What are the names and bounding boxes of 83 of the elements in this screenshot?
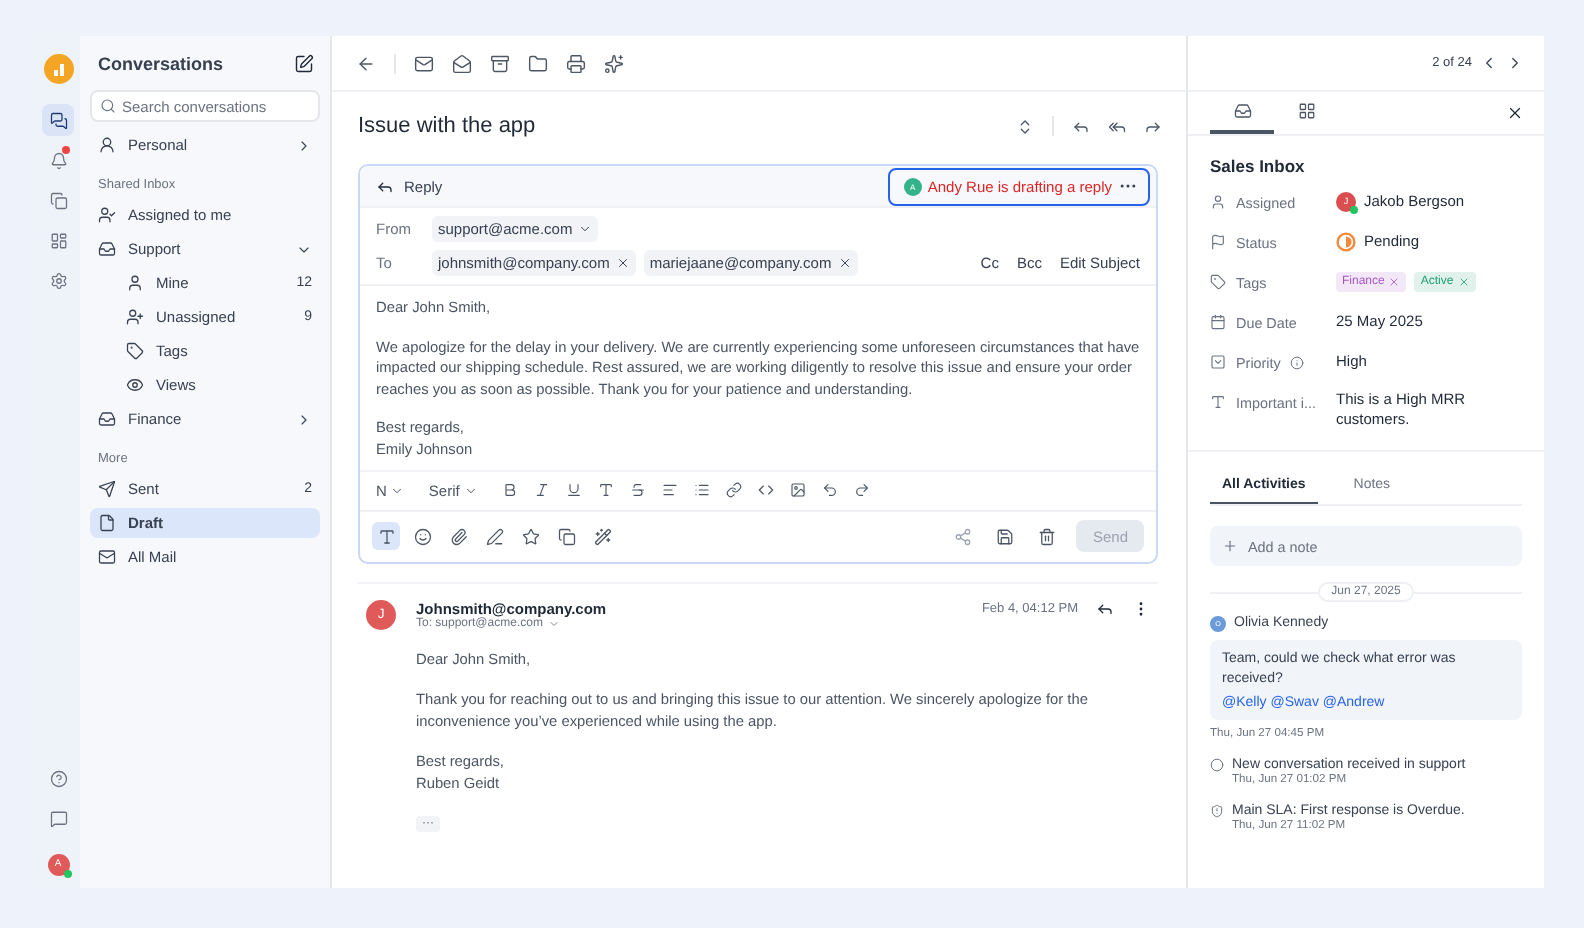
- calendar-icon: [1210, 314, 1226, 330]
- compose-icon[interactable]: [294, 54, 314, 74]
- strikethrough-icon[interactable]: [629, 482, 646, 499]
- align-icon[interactable]: [661, 482, 678, 499]
- inbox-icon: [98, 240, 116, 258]
- person-icon: [98, 136, 116, 154]
- copy-icon: [49, 191, 67, 209]
- sparkle-icon[interactable]: [604, 53, 624, 73]
- back-icon[interactable]: [356, 53, 376, 73]
- trash-icon[interactable]: [1038, 527, 1057, 546]
- paperclip-icon: [449, 527, 467, 546]
- next-icon[interactable]: [1506, 54, 1524, 72]
- chat-icon: [49, 111, 67, 129]
- underline-icon[interactable]: [565, 482, 582, 499]
- text-style-button[interactable]: [372, 522, 400, 551]
- undo-icon[interactable]: [821, 482, 838, 499]
- list-icon[interactable]: [693, 482, 710, 499]
- eye-icon: [126, 376, 144, 394]
- info-icon: [1290, 355, 1305, 369]
- forward-icon[interactable]: [1144, 117, 1162, 135]
- sidebar-title: Conversations: [98, 54, 224, 74]
- person-icon: [1210, 194, 1226, 210]
- expand-icon[interactable]: [1016, 117, 1034, 135]
- thread-title: Issue with the app: [358, 114, 538, 138]
- open-mail-icon[interactable]: [452, 53, 472, 73]
- settings-icon: [49, 271, 67, 289]
- smiley-icon: [413, 527, 431, 546]
- dropdown-icon: [1210, 354, 1226, 370]
- file-icon: [98, 514, 116, 532]
- text-icon[interactable]: [597, 482, 614, 499]
- search-icon: [100, 98, 116, 114]
- rail-chat-button[interactable]: [42, 104, 74, 136]
- plus-icon: [1222, 538, 1238, 554]
- remove-icon[interactable]: [615, 256, 630, 270]
- send-icon: [98, 480, 116, 498]
- reply-icon[interactable]: [1072, 117, 1090, 135]
- caret-icon: [463, 483, 478, 498]
- magic-wand-icon: [593, 527, 611, 546]
- chevron-right-icon[interactable]: [296, 411, 312, 427]
- mail-icon: [98, 548, 116, 566]
- user-icon: [126, 274, 144, 292]
- text-icon: [1210, 394, 1226, 410]
- star-icon: [521, 527, 539, 546]
- caret-icon: [390, 483, 405, 498]
- archive-icon[interactable]: [490, 53, 510, 73]
- user-check-icon: [98, 206, 116, 224]
- inbox-title: Sales Inbox: [1210, 156, 1307, 176]
- remove-icon[interactable]: [837, 256, 852, 270]
- app-logo: [43, 54, 73, 84]
- tag-icon: [126, 342, 144, 360]
- italic-icon[interactable]: [533, 482, 550, 499]
- print-icon[interactable]: [566, 53, 586, 73]
- flag-icon: [1210, 234, 1226, 250]
- code-icon[interactable]: [757, 482, 774, 499]
- pen-icon: [485, 527, 503, 546]
- circle-icon: [1210, 758, 1224, 772]
- folder-icon[interactable]: [528, 53, 548, 73]
- reply-all-icon[interactable]: [1108, 117, 1126, 135]
- help-icon: [49, 769, 67, 787]
- half-circle-icon: [1336, 232, 1356, 252]
- caret-icon: [578, 222, 593, 236]
- tag-icon: [1210, 274, 1226, 290]
- save-icon[interactable]: [996, 527, 1015, 546]
- previous-icon[interactable]: [1480, 54, 1498, 72]
- reply-icon[interactable]: [1096, 599, 1114, 618]
- user-plus-icon: [126, 308, 144, 326]
- image-icon[interactable]: [789, 482, 806, 499]
- mail-icon[interactable]: [414, 53, 434, 73]
- notification-icon: [49, 151, 67, 169]
- copy-icon: [557, 527, 575, 546]
- chevron-right-icon[interactable]: [296, 137, 312, 153]
- text-icon: [377, 527, 395, 546]
- link-icon[interactable]: [725, 482, 742, 499]
- inbox-icon: [98, 410, 116, 428]
- inbox-icon: [1233, 102, 1251, 120]
- bold-icon[interactable]: [501, 482, 518, 499]
- message-icon: [49, 809, 67, 827]
- dashboard-icon: [49, 231, 67, 249]
- redo-icon[interactable]: [853, 482, 870, 499]
- close-icon[interactable]: [1506, 104, 1524, 122]
- grid-icon: [1297, 102, 1315, 120]
- shield-icon: [1210, 804, 1224, 818]
- reply-icon: [376, 177, 394, 195]
